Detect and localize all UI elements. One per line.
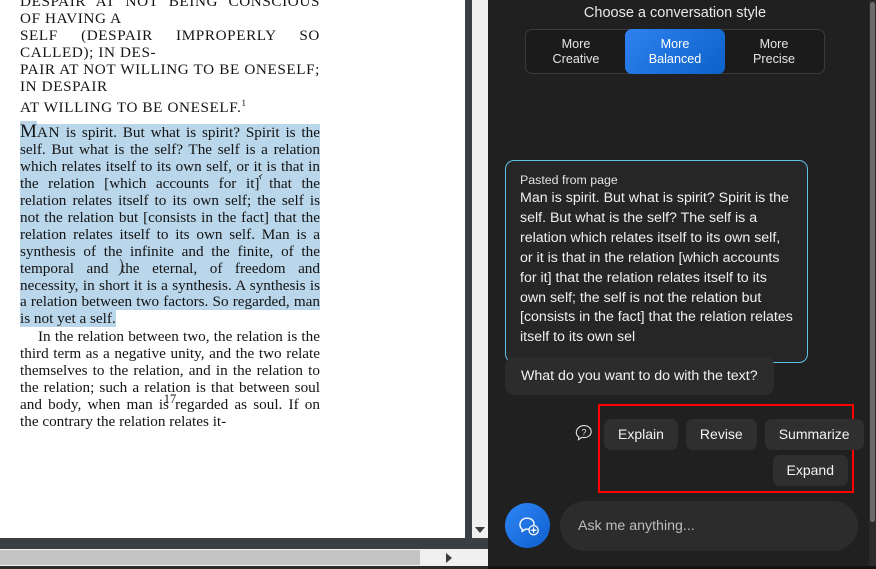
running-head-line-1: DESPAIR AT NOT BEING CONSCIOUS OF HAVING… bbox=[20, 0, 320, 27]
paragraph-1-highlighted-text: is spirit. But what is spirit? Spirit is… bbox=[20, 124, 320, 328]
scroll-right-button[interactable] bbox=[438, 549, 460, 566]
suggestion-chips-row-2: Expand bbox=[604, 455, 848, 486]
pasted-card-text: Man is spirit. But what is spirit? Spiri… bbox=[520, 190, 793, 346]
document-vertical-scrollbar[interactable] bbox=[472, 0, 488, 538]
running-head-line-2: SELF (DESPAIR IMPROPERLY SO CALLED); IN … bbox=[20, 26, 320, 61]
style-option-more-creative[interactable]: More Creative bbox=[526, 29, 626, 74]
style-option-line2: Creative bbox=[552, 51, 600, 66]
scroll-down-button[interactable] bbox=[472, 522, 488, 538]
chat-scrollbar-thumb[interactable] bbox=[870, 2, 875, 522]
chevron-right-icon bbox=[446, 552, 452, 563]
style-option-line2: Balanced bbox=[648, 51, 702, 66]
suggestion-chip-expand[interactable]: Expand bbox=[772, 455, 848, 486]
paragraph-smallcaps: AN bbox=[36, 124, 61, 142]
document-paragraph-1: MAN is spirit. But what is spirit? Spiri… bbox=[20, 121, 320, 328]
style-option-more-precise[interactable]: More Precise bbox=[724, 29, 824, 74]
chat-plus-icon bbox=[518, 517, 539, 535]
suggestion-chip-revise[interactable]: Revise bbox=[685, 419, 757, 450]
running-head-line-4: AT WILLING TO BE ONESELF.1 bbox=[20, 95, 320, 117]
chat-input-placeholder: Ask me anything... bbox=[578, 518, 695, 534]
footnote-marker: 1 bbox=[241, 98, 247, 109]
help-bubble-icon: ? bbox=[574, 423, 594, 443]
pasted-text-card: Pasted from page Man is spirit. But what… bbox=[505, 160, 808, 364]
running-head-line-3: PAIR AT NOT WILLING TO BE ONESELF; IN DE… bbox=[20, 60, 320, 95]
document-paragraph-2: In the relation between two, the relatio… bbox=[20, 328, 320, 430]
chevron-down-icon bbox=[475, 527, 485, 533]
svg-text:?: ? bbox=[581, 428, 586, 438]
horizontal-scrollbar-thumb[interactable] bbox=[0, 550, 420, 565]
style-option-line1: More bbox=[759, 36, 789, 51]
paragraph-dropcap: M bbox=[20, 121, 37, 143]
page-number: 17 bbox=[163, 392, 177, 406]
suggestion-chips-row-1: Explain Revise Summarize bbox=[604, 419, 864, 450]
new-chat-button[interactable] bbox=[505, 503, 550, 548]
document-text-body[interactable]: DESPAIR AT NOT BEING CONSCIOUS OF HAVING… bbox=[20, 0, 320, 431]
document-viewer-pane: DESPAIR AT NOT BEING CONSCIOUS OF HAVING… bbox=[0, 0, 488, 569]
suggestion-chip-summarize[interactable]: Summarize bbox=[764, 419, 864, 450]
assistant-prompt-bubble: What do you want to do with the text? bbox=[505, 357, 774, 395]
conversation-style-toggle-group: More Creative More Balanced More Precise bbox=[525, 29, 825, 74]
pasted-card-label: Pasted from page bbox=[520, 173, 618, 187]
running-head-text: AT WILLING TO BE ONESELF. bbox=[20, 99, 242, 117]
app-window: DESPAIR AT NOT BEING CONSCIOUS OF HAVING… bbox=[0, 0, 876, 569]
chat-scrollbar-track[interactable] bbox=[869, 0, 876, 569]
conversation-style-title: Choose a conversation style bbox=[583, 5, 767, 21]
style-option-more-balanced[interactable]: More Balanced bbox=[625, 29, 725, 74]
style-option-line1: More bbox=[561, 36, 591, 51]
chat-sidebar-pane: Choose a conversation style More Creativ… bbox=[488, 0, 876, 569]
suggestion-chip-explain[interactable]: Explain bbox=[604, 419, 678, 450]
document-pane-filler bbox=[0, 538, 472, 549]
style-option-line1: More bbox=[660, 36, 690, 51]
style-option-line2: Precise bbox=[753, 51, 795, 66]
document-page[interactable]: DESPAIR AT NOT BEING CONSCIOUS OF HAVING… bbox=[0, 0, 465, 538]
chat-input-field[interactable]: Ask me anything... bbox=[560, 501, 858, 551]
